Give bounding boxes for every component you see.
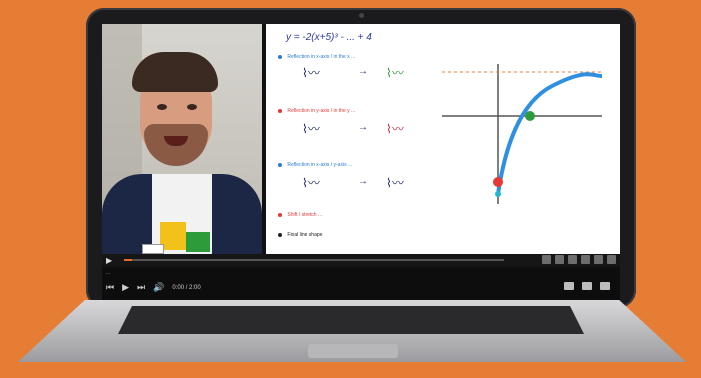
captions-icon[interactable] bbox=[542, 255, 551, 264]
lesson-slide: y = -2(x+5)³ - ... + 4 Reflection in x-a… bbox=[266, 24, 620, 256]
bullet-dot bbox=[278, 108, 282, 113]
trackpad bbox=[308, 344, 398, 358]
play-button-icon[interactable]: ▶ bbox=[122, 282, 129, 293]
slide-control-strip: ▶ bbox=[102, 254, 620, 266]
laptop-lid: y = -2(x+5)³ - ... + 4 Reflection in x-a… bbox=[86, 8, 636, 308]
slide-item-text: Reflection in y-axis / in the y ... bbox=[287, 108, 356, 114]
subtitles-icon[interactable] bbox=[564, 282, 574, 290]
webcam-feed bbox=[102, 24, 262, 254]
settings-gear-icon[interactable] bbox=[582, 282, 592, 290]
graph-point-cyan bbox=[495, 191, 501, 197]
arrow-icon: → bbox=[358, 66, 368, 77]
slide-item: Reflection in y-axis / in the y ... bbox=[278, 108, 355, 114]
video-title: ... bbox=[106, 270, 111, 276]
slide-item: Reflection in x-axis / in the x ... bbox=[278, 54, 355, 60]
slide-item: Final line shape bbox=[278, 232, 322, 238]
player-bar: ... ⏮ ▶ ⏭ 🔊 0:00 / 2:00 bbox=[102, 268, 620, 300]
sketch-after: ⌇〰 bbox=[386, 122, 404, 136]
graph-point-green bbox=[525, 111, 535, 121]
time-display: 0:00 / 2:00 bbox=[172, 284, 201, 291]
sketch-after: ⌇〰 bbox=[386, 176, 404, 190]
graph-curve bbox=[496, 72, 602, 195]
arrow-icon: → bbox=[358, 122, 368, 133]
progress-track[interactable] bbox=[124, 259, 504, 261]
slide-item: Reflection in x-axis / y-axis ... bbox=[278, 162, 352, 168]
bullet-dot bbox=[278, 54, 282, 59]
play-icon[interactable]: ▶ bbox=[106, 256, 112, 265]
player-controls-right bbox=[564, 282, 610, 290]
laptop-screen: y = -2(x+5)³ - ... + 4 Reflection in x-a… bbox=[102, 24, 620, 300]
function-graph bbox=[442, 64, 602, 204]
prev-icon[interactable]: ⏮ bbox=[106, 282, 114, 293]
sketch-before: ⌇〰 bbox=[302, 176, 320, 190]
theater-icon[interactable] bbox=[581, 255, 590, 264]
slide-item-text: Reflection in x-axis / y-axis ... bbox=[287, 162, 353, 168]
bullet-dot bbox=[278, 162, 282, 167]
presenter-eye-left bbox=[157, 104, 167, 110]
webcam-lens bbox=[359, 13, 364, 18]
player-controls-left: ⏮ ▶ ⏭ 🔊 0:00 / 2:00 bbox=[106, 282, 201, 293]
slide-toolbar bbox=[542, 255, 616, 264]
slide-item-text: Reflection in x-axis / in the x ... bbox=[287, 54, 356, 60]
bullet-dot bbox=[278, 232, 282, 237]
next-icon[interactable]: ⏭ bbox=[137, 282, 145, 293]
slide-item: Shift / stretch ... bbox=[278, 212, 322, 218]
sketch-before: ⌇〰 bbox=[302, 66, 320, 80]
slide-item-text: Shift / stretch ... bbox=[287, 212, 323, 218]
slide-equation: y = -2(x+5)³ - ... + 4 bbox=[286, 32, 372, 43]
pip-icon[interactable] bbox=[594, 255, 603, 264]
sketch-after: ⌇〰 bbox=[386, 66, 404, 80]
shirt-graphic-green bbox=[186, 232, 210, 252]
bullet-dot bbox=[278, 212, 282, 217]
presenter-eye-right bbox=[187, 104, 197, 110]
notes-icon[interactable] bbox=[555, 255, 564, 264]
volume-icon[interactable]: 🔊 bbox=[153, 282, 164, 293]
lanyard-badge bbox=[142, 244, 164, 254]
graph-point-red bbox=[493, 177, 503, 187]
keyboard bbox=[118, 306, 584, 334]
settings-icon[interactable] bbox=[568, 255, 577, 264]
arrow-icon: → bbox=[358, 176, 368, 187]
sketch-before: ⌇〰 bbox=[302, 122, 320, 136]
progress-fill bbox=[124, 259, 132, 261]
presenter-hair bbox=[132, 52, 218, 92]
fullscreen-icon[interactable] bbox=[607, 255, 616, 264]
slide-item-text: Final line shape bbox=[287, 232, 323, 238]
expand-icon[interactable] bbox=[600, 282, 610, 290]
